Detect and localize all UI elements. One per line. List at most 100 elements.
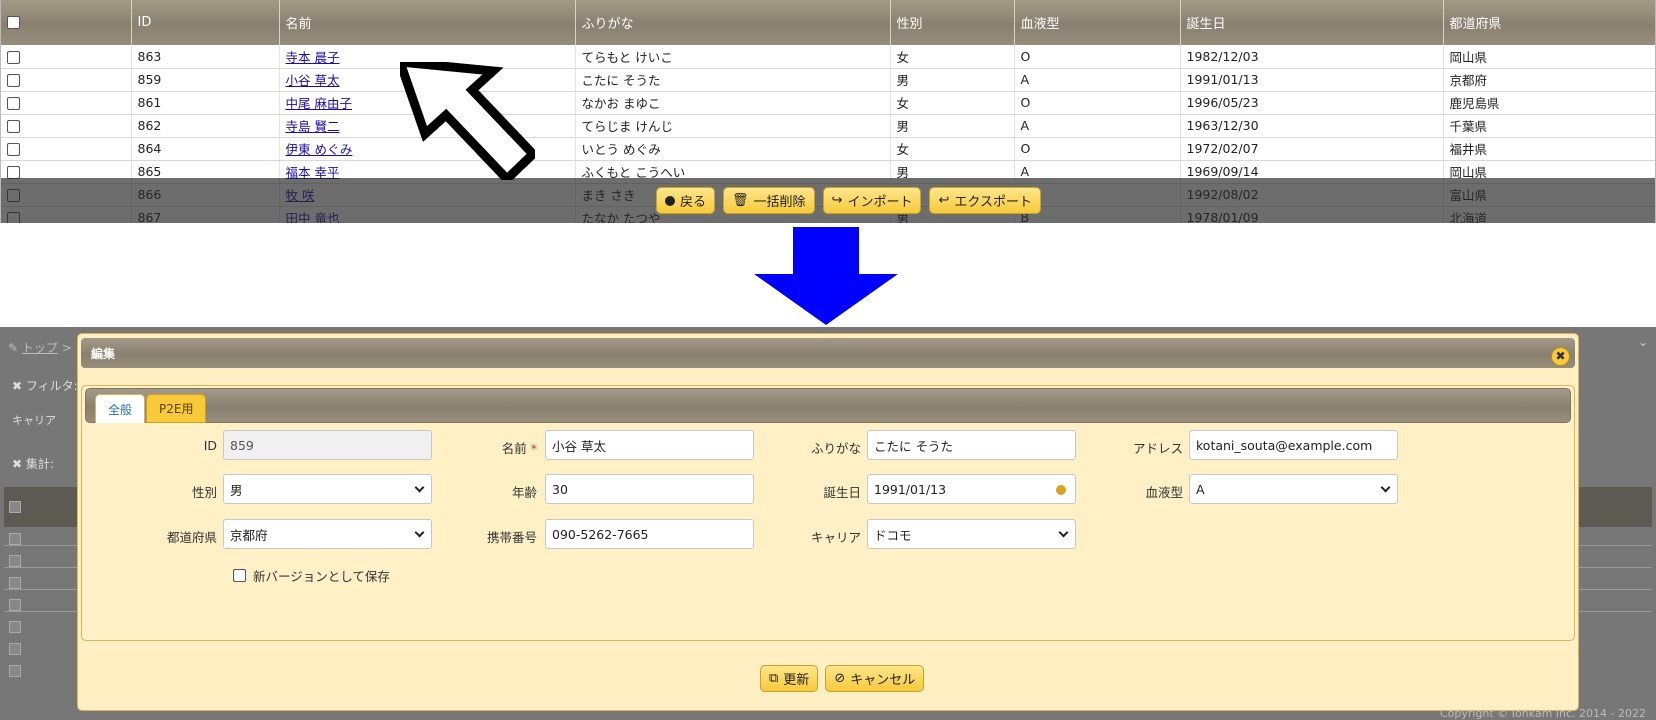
select-all-checkbox[interactable] (7, 16, 20, 29)
cell-id: 863 (131, 45, 280, 69)
column-header[interactable]: 名前 (279, 0, 576, 45)
kana-field[interactable]: こたに そうた (867, 430, 1076, 460)
bulk-delete-label: 一括削除 (753, 195, 806, 210)
save-as-new-label[interactable]: 新バージョンとして保存 (253, 566, 390, 585)
name-link[interactable]: 中尾 麻由子 (286, 96, 352, 111)
chevron-down-icon (1380, 482, 1391, 493)
cell-pref: 京都府 (1443, 68, 1655, 92)
cell-birth: 1963/12/30 (1180, 114, 1444, 138)
pref-label: 都道府県 (166, 530, 217, 545)
id-field: 859 (223, 430, 432, 460)
chevron-down-icon (414, 527, 425, 538)
row-checkbox[interactable] (7, 50, 20, 64)
table-row[interactable]: 862 寺島 賢二 てらじま けんじ男 A 1963/12/30 千葉県 (1, 114, 1655, 138)
save-as-new-row: 新バージョンとして保存 (233, 566, 390, 585)
row-checkbox[interactable] (7, 97, 20, 110)
cancel-button[interactable]: ⊘ キャンセル (825, 665, 925, 692)
update-label: 更新 (783, 673, 810, 688)
chevron-down-icon (1058, 527, 1069, 538)
carrier-value: ドコモ (874, 527, 912, 543)
address-field[interactable]: kotani_souta@example.com (1189, 430, 1398, 460)
blood-select[interactable]: A (1189, 474, 1398, 504)
cell-gender: 女 (890, 45, 1015, 69)
cell-kana: てらじま けんじ (575, 114, 891, 138)
bulk-delete-button[interactable]: 🗑 一括削除 (723, 187, 815, 214)
cell-pref: 鹿児島県 (1443, 91, 1655, 115)
background-checkbox (9, 533, 21, 545)
tab-p2e[interactable]: P2E用 (146, 394, 207, 423)
column-header[interactable]: 誕生日 (1180, 0, 1444, 45)
breadcrumb-top-link[interactable]: トップ (22, 341, 58, 355)
row-checkbox[interactable] (7, 143, 20, 156)
column-header[interactable]: 性別 (890, 0, 1015, 45)
cell-id: 861 (131, 91, 280, 115)
table-row[interactable]: 861 中尾 麻由子 なかお まゆこ女 O 1996/05/23 鹿児島県 (1, 91, 1655, 115)
cell-blood: A (1014, 68, 1181, 92)
age-field[interactable]: 30 (545, 474, 754, 504)
tab-general[interactable]: 全般 (95, 394, 146, 423)
cell-gender: 男 (890, 68, 1015, 92)
background-checkbox (9, 577, 21, 589)
dialog-titlebar[interactable]: 編集 ✖ (81, 338, 1575, 368)
table-row[interactable]: 864 伊東 めぐみ いとう めぐみ女 O 1972/02/07 福井県 (1, 137, 1655, 161)
export-icon: ↩ (938, 193, 950, 208)
name-field[interactable]: 小谷 草太 (545, 430, 754, 460)
top-list-panel: ID 名前 ふりがな 性別 血液型 誕生日 都道府県 863 寺本 晨子 てらもと … (0, 0, 1656, 223)
phone-field[interactable]: 090-5262-7665 (545, 519, 754, 549)
table-header: ID 名前 ふりがな 性別 血液型 誕生日 都道府県 (1, 0, 1655, 45)
cancel-icon: ⊘ (834, 671, 846, 686)
cancel-label: キャンセル (850, 673, 916, 688)
row-checkbox[interactable] (7, 74, 20, 87)
background-checkbox (9, 621, 21, 633)
birth-value: 1991/01/13 (874, 481, 947, 497)
cell-gender: 男 (890, 114, 1015, 138)
filter-label: ✖ フィルタ: (12, 379, 78, 393)
cell-birth: 1972/02/07 (1180, 137, 1444, 161)
tab-bar: 全般 P2E用 (85, 388, 1571, 423)
breadcrumb: ✎ トップ > (8, 341, 72, 355)
save-as-new-checkbox[interactable] (233, 569, 246, 582)
close-button[interactable]: ✖ (1551, 347, 1570, 366)
blood-label: 血液型 (1145, 485, 1183, 500)
column-header[interactable]: ID (131, 0, 280, 45)
cell-kana: いとう めぐみ (575, 137, 891, 161)
birth-field[interactable]: 1991/01/13 (867, 474, 1076, 504)
name-link[interactable]: 寺本 晨子 (286, 50, 340, 65)
chevron-down-icon[interactable]: ⌄ (1638, 335, 1648, 349)
birth-label: 誕生日 (823, 485, 861, 500)
import-button[interactable]: ↪ インポート (822, 187, 922, 214)
row-select-cell (1, 114, 132, 138)
row-checkbox[interactable] (7, 120, 20, 133)
name-link[interactable]: 寺島 賢二 (286, 119, 340, 134)
pref-select[interactable]: 京都府 (223, 519, 432, 549)
back-icon (665, 195, 675, 206)
kana-label: ふりがな (810, 441, 861, 456)
column-header[interactable]: ふりがな (575, 0, 891, 45)
cell-id: 862 (131, 114, 280, 138)
carrier-select[interactable]: ドコモ (867, 519, 1076, 549)
trash-icon: 🗑 (732, 193, 749, 208)
clock-icon[interactable] (1056, 485, 1066, 495)
column-header[interactable]: 都道府県 (1443, 0, 1655, 45)
back-button[interactable]: 戻る (656, 187, 716, 214)
blood-value: A (1196, 481, 1205, 497)
dialog-buttons: ⧉ 更新 ⊘ キャンセル (760, 665, 925, 692)
table-row[interactable]: 863 寺本 晨子 てらもと けいこ女 O 1982/12/03 岡山県 (1, 45, 1655, 69)
table-row[interactable]: 859 小谷 草太 こたに そうた男 A 1991/01/13 京都府 (1, 68, 1655, 92)
export-button[interactable]: ↩ エクスポート (929, 187, 1041, 214)
name-link[interactable]: 小谷 草太 (286, 73, 340, 88)
back-label: 戻る (680, 195, 707, 210)
update-button[interactable]: ⧉ 更新 (760, 665, 819, 692)
name-link[interactable]: 伊東 めぐみ (286, 142, 353, 157)
background-checkbox (9, 501, 21, 513)
cell-id: 864 (131, 137, 280, 161)
cell-blood: A (1014, 114, 1181, 138)
column-header[interactable]: 血液型 (1014, 0, 1181, 45)
gender-select[interactable]: 男 (223, 474, 432, 504)
cell-gender: 女 (890, 137, 1015, 161)
phone-label: 携帯番号 (486, 530, 537, 545)
address-label: アドレス (1132, 441, 1183, 456)
background-checkbox (9, 599, 21, 611)
gender-value: 男 (230, 482, 243, 498)
name-label: 名前 * (437, 438, 537, 457)
